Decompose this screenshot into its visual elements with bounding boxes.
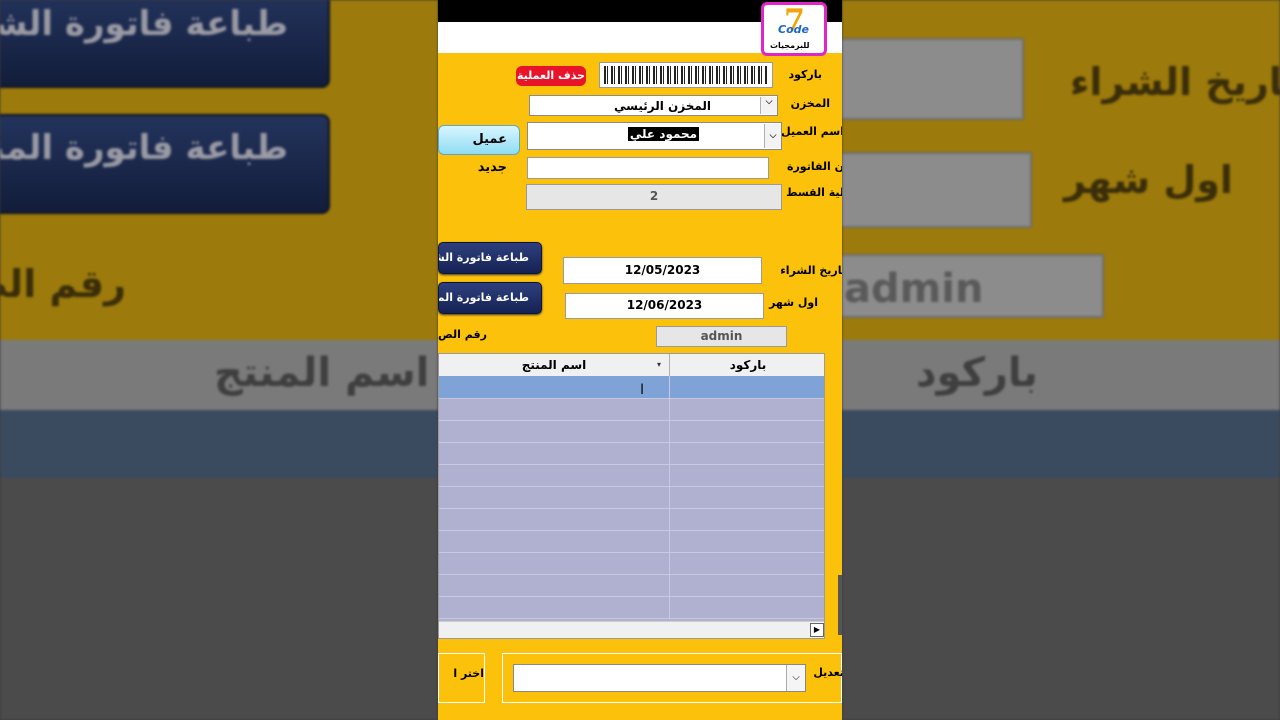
bg-label-purchase: تاريخ الشراء (1070, 60, 1280, 104)
customer-value: محمود علي (627, 127, 700, 141)
brand-logo: 7 Code للبرمجيات (761, 2, 827, 56)
table-row[interactable] (439, 574, 824, 597)
label-first-month: اول شهر (769, 296, 818, 309)
label-receipt-number: رقم الص (438, 328, 487, 341)
table-row[interactable] (439, 398, 824, 421)
sales-form: 7 Code للبرمجيات باركود حذف العملية المخ… (438, 0, 842, 720)
horizontal-scrollbar[interactable]: ▶ (439, 621, 824, 638)
bg-date-field (842, 38, 1024, 120)
column-separator (669, 530, 670, 552)
panel-edge (838, 575, 842, 635)
bg-print-monthly: طباعة فاتورة الشه (0, 0, 330, 88)
warehouse-value: المخزن الرئيسي (613, 99, 712, 113)
barcode-input[interactable] (599, 62, 773, 88)
scroll-right-icon[interactable]: ▶ (810, 623, 824, 637)
column-separator (669, 574, 670, 596)
bg-label-first: اول شهر (1064, 158, 1233, 202)
label-invoice: ن الفاتورة (786, 160, 842, 173)
barcode-icon (604, 66, 768, 84)
table-row[interactable] (439, 442, 824, 465)
print-monthly-invoice-button[interactable]: طباعة فاتورة الشهر (438, 242, 542, 274)
print-product-invoice-button[interactable]: طباعة فاتورة المنتج (438, 282, 542, 314)
bg-label-receipt: رقم الص (0, 262, 126, 306)
table-row[interactable] (439, 508, 824, 531)
text-cursor-icon: I (640, 382, 645, 398)
customer-select[interactable]: محمود علي ⌵ (527, 122, 782, 150)
column-separator (669, 508, 670, 530)
column-separator (669, 596, 670, 618)
edit-select[interactable]: ⌵ (513, 664, 806, 692)
column-separator (669, 398, 670, 420)
column-separator (669, 376, 670, 398)
bg-user-field: admin (842, 254, 1104, 318)
sort-arrow-icon[interactable]: ▾ (657, 354, 661, 376)
table-row[interactable] (439, 464, 824, 487)
first-month-input[interactable]: 12/06/2023 (565, 293, 764, 319)
label-customer-name: اسم العميل (781, 125, 842, 138)
column-separator (669, 442, 670, 464)
purchase-date-input[interactable]: 12/05/2023 (563, 257, 762, 284)
column-product-name[interactable]: اسم المنتج (439, 354, 669, 376)
table-row[interactable] (439, 596, 824, 619)
chevron-down-icon[interactable]: ⌵ (760, 97, 777, 114)
label-installment: لية القسط (786, 186, 842, 199)
table-row[interactable] (439, 552, 824, 575)
chevron-down-icon[interactable]: ⌵ (764, 124, 781, 148)
column-barcode[interactable]: باركود (669, 354, 824, 376)
column-separator (669, 420, 670, 442)
bg-print-product: طباعة فاتورة المنت (0, 114, 330, 214)
new-customer-button[interactable]: عميل جديد (438, 125, 520, 175)
label-purchase-date: تاريخ الشراء (780, 264, 842, 277)
bg-month-field (842, 152, 1032, 228)
products-grid[interactable]: اسم المنتج ▾ باركود I ▶ (438, 353, 825, 639)
delete-operation-button[interactable]: حذف العملية (516, 66, 586, 86)
warehouse-select[interactable]: المخزن الرئيسي ⌵ (529, 95, 778, 116)
chevron-down-icon[interactable]: ⌵ (786, 665, 805, 691)
user-field: admin (656, 326, 787, 347)
installment-value: 2 (526, 184, 782, 210)
table-row[interactable] (439, 530, 824, 553)
column-separator (669, 464, 670, 486)
table-row[interactable] (439, 420, 824, 443)
column-separator (669, 552, 670, 574)
background-right: admin تاريخ الشراء اول شهر باركود (842, 0, 1280, 720)
bg-col-product: اسم المنتج (214, 350, 430, 396)
label-edit: تعديل (813, 666, 842, 679)
invoice-input[interactable] (527, 157, 769, 179)
grid-header: اسم المنتج ▾ باركود (439, 354, 824, 377)
background-left: طباعة فاتورة الشه طباعة فاتورة المنت رقم… (0, 0, 438, 720)
label-barcode: باركود (788, 68, 822, 81)
table-row[interactable] (439, 376, 824, 399)
bg-col-barcode: باركود (916, 350, 1038, 396)
choose-box[interactable]: اختر ا (438, 653, 485, 703)
column-separator (669, 486, 670, 508)
label-warehouse: المخزن (790, 97, 830, 110)
table-row[interactable] (439, 486, 824, 509)
